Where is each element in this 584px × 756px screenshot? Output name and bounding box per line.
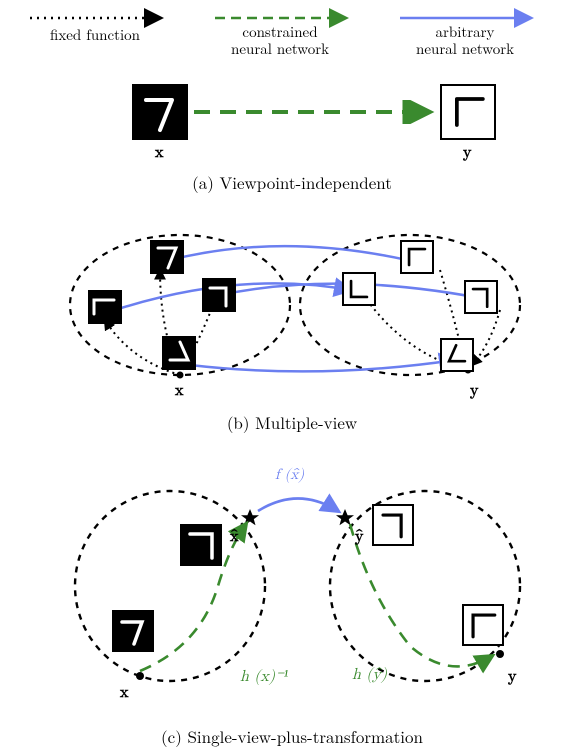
panel-b-right-thumb-2	[400, 240, 434, 274]
panel-c-f-label: f (x̂)	[275, 466, 304, 484]
legend-arbitrary-label: arbitrary neural network	[400, 24, 530, 57]
panel-c-caption: (c) Single-view-plus-transformation	[0, 724, 584, 748]
figure: fixed function constrained neural networ…	[0, 0, 584, 756]
panel-c-y-label: y	[508, 668, 516, 687]
panel-c-x-thumb	[112, 610, 154, 652]
panel-b-y-label: y	[470, 382, 478, 401]
panel-a-x-label: x	[155, 144, 163, 163]
legend-constrained-l2: neural network	[231, 38, 329, 59]
panel-b-right-thumb-1	[342, 272, 376, 306]
panel-a-output-thumb	[440, 84, 496, 140]
panel-a-caption: (a) Viewpoint-independent	[0, 170, 584, 194]
legend-fixed-label: fixed function	[30, 24, 160, 45]
panel-a-y-label: y	[463, 144, 471, 163]
panel-b-right-thumb-3	[464, 280, 498, 314]
panel-c-yhat-label: ŷ	[355, 528, 363, 547]
panel-b-left-thumb-3	[202, 278, 236, 312]
panel-c-x-label: x	[120, 684, 128, 703]
legend-constrained-label: constrained neural network	[215, 24, 345, 57]
panel-c-xhat-thumb	[180, 524, 222, 566]
panel-b-left-thumb-1	[88, 290, 122, 324]
panel-c-svg	[40, 456, 550, 706]
panel-c-hinv-label: h (x)⁻¹	[240, 666, 288, 687]
panel-c-h-label: h (ŷ)	[352, 666, 387, 685]
legend-arbitrary-l2: neural network	[416, 38, 514, 59]
panel-b-caption: (b) Multiple-view	[0, 410, 584, 434]
panel-c-y-thumb	[462, 604, 504, 646]
panel-b-left-thumb-2	[150, 240, 184, 274]
panel-c-yhat-thumb	[372, 504, 414, 546]
panel-a-arrow	[188, 100, 440, 124]
panel-b-x-label: x	[175, 382, 183, 401]
panel-b-left-thumb-4	[162, 336, 196, 370]
panel-a-input-thumb	[132, 84, 188, 140]
panel-b-right-thumb-4	[440, 338, 474, 372]
panel-c-xhat-label: x̂	[230, 528, 238, 547]
